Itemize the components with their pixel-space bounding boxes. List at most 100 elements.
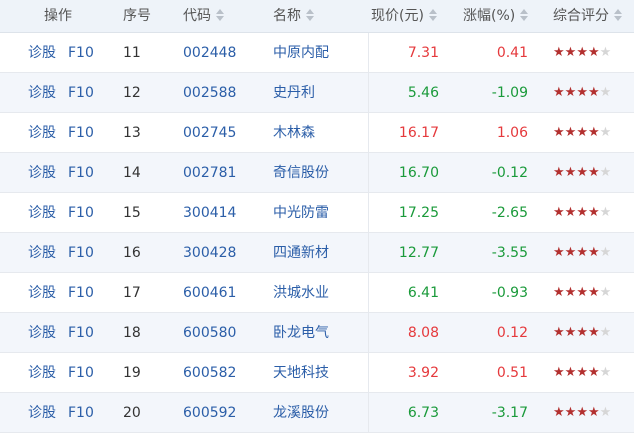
row-actions: 诊股 F10	[28, 313, 108, 353]
stock-code-link[interactable]: 600582	[183, 353, 263, 393]
star-icon: ★	[564, 285, 577, 300]
star-icon: ★	[599, 405, 612, 420]
f10-link[interactable]: F10	[68, 125, 94, 141]
diagnose-link[interactable]: 诊股	[28, 85, 56, 101]
star-icon: ★	[564, 125, 577, 140]
stock-name-link[interactable]: 史丹利	[273, 73, 368, 113]
table-row: 诊股 F10 12 002588 史丹利 5.46 -1.09 ★★★★★	[0, 73, 634, 113]
header-name-label: 名称	[273, 8, 301, 24]
stock-name-link[interactable]: 天地科技	[273, 353, 368, 393]
diagnose-link[interactable]: 诊股	[28, 285, 56, 301]
diagnose-link[interactable]: 诊股	[28, 365, 56, 381]
price-value: 5.46	[368, 73, 439, 112]
header-rating-label: 综合评分	[553, 8, 609, 24]
f10-link[interactable]: F10	[68, 285, 94, 301]
f10-link[interactable]: F10	[68, 85, 94, 101]
header-rating-sort[interactable]: 综合评分	[553, 0, 634, 33]
star-icon: ★	[553, 285, 565, 300]
star-icon: ★	[599, 165, 612, 180]
header-price-sort[interactable]: 现价(元)	[371, 0, 442, 32]
sort-icon	[614, 9, 623, 21]
star-icon: ★	[599, 245, 612, 260]
stock-code-link[interactable]: 300414	[183, 193, 263, 233]
stock-name-link[interactable]: 中原内配	[273, 33, 368, 73]
star-icon: ★	[553, 325, 565, 340]
star-icon: ★	[576, 285, 588, 300]
row-actions: 诊股 F10	[28, 273, 108, 313]
stock-name-link[interactable]: 卧龙电气	[273, 313, 368, 353]
diagnose-link[interactable]: 诊股	[28, 205, 56, 221]
diagnose-link[interactable]: 诊股	[28, 245, 56, 261]
stock-name-link[interactable]: 奇信股份	[273, 153, 368, 193]
diagnose-link[interactable]: 诊股	[28, 325, 56, 341]
diagnose-link[interactable]: 诊股	[28, 45, 56, 61]
stock-code-link[interactable]: 002588	[183, 73, 263, 113]
table-row: 诊股 F10 17 600461 洪城水业 6.41 -0.93 ★★★★★	[0, 273, 634, 313]
rating-stars: ★★★★★	[553, 273, 634, 313]
star-icon: ★	[576, 125, 588, 140]
diagnose-link[interactable]: 诊股	[28, 165, 56, 181]
row-seq: 13	[123, 125, 141, 141]
header-code-sort[interactable]: 代码	[183, 0, 263, 33]
price-value: 3.92	[368, 353, 439, 392]
price-value: 6.41	[368, 273, 439, 312]
table-row: 诊股 F10 18 600580 卧龙电气 8.08 0.12 ★★★★★	[0, 313, 634, 353]
row-seq: 19	[123, 365, 141, 381]
change-value: 0.12	[496, 325, 528, 341]
star-icon: ★	[564, 405, 577, 420]
stock-code-link[interactable]: 600592	[183, 393, 263, 433]
stock-name-link[interactable]: 龙溪股份	[273, 393, 368, 433]
row-seq: 12	[123, 85, 141, 101]
f10-link[interactable]: F10	[68, 325, 94, 341]
f10-link[interactable]: F10	[68, 45, 94, 61]
stock-code-link[interactable]: 002781	[183, 153, 263, 193]
stock-name-link[interactable]: 洪城水业	[273, 273, 368, 313]
f10-link[interactable]: F10	[68, 405, 94, 421]
header-change-sort[interactable]: 涨幅(%)	[463, 0, 552, 33]
stock-name-link[interactable]: 中光防雷	[273, 193, 368, 233]
star-icon: ★	[564, 245, 577, 260]
stock-code-link[interactable]: 002448	[183, 33, 263, 73]
f10-link[interactable]: F10	[68, 205, 94, 221]
rating-stars: ★★★★★	[553, 313, 634, 353]
stock-code-link[interactable]: 600461	[183, 273, 263, 313]
diagnose-link[interactable]: 诊股	[28, 405, 56, 421]
table-row: 诊股 F10 11 002448 中原内配 7.31 0.41 ★★★★★	[0, 33, 634, 73]
star-icon: ★	[564, 365, 577, 380]
header-seq: 序号	[123, 8, 151, 24]
header-op: 操作	[44, 8, 72, 24]
star-icon: ★	[599, 45, 612, 60]
f10-link[interactable]: F10	[68, 365, 94, 381]
table-row: 诊股 F10 20 600592 龙溪股份 6.73 -3.17 ★★★★★	[0, 393, 634, 433]
star-icon: ★	[553, 45, 565, 60]
change-value: -0.93	[491, 285, 528, 301]
star-icon: ★	[599, 85, 612, 100]
star-icon: ★	[553, 405, 565, 420]
stock-code-link[interactable]: 002745	[183, 113, 263, 153]
rating-stars: ★★★★★	[553, 233, 634, 273]
sort-icon	[306, 9, 315, 21]
header-price-label: 现价(元)	[371, 8, 424, 24]
price-value: 16.70	[368, 153, 439, 192]
row-actions: 诊股 F10	[28, 393, 108, 433]
stock-name-link[interactable]: 木林森	[273, 113, 368, 153]
star-icon: ★	[599, 325, 612, 340]
f10-link[interactable]: F10	[68, 165, 94, 181]
diagnose-link[interactable]: 诊股	[28, 125, 56, 141]
rating-stars: ★★★★★	[553, 33, 634, 73]
star-icon: ★	[587, 405, 600, 420]
row-seq: 20	[123, 405, 141, 421]
price-value: 6.73	[368, 393, 439, 432]
rating-stars: ★★★★★	[553, 153, 634, 193]
header-name-sort[interactable]: 名称	[273, 0, 368, 33]
table-body: 诊股 F10 11 002448 中原内配 7.31 0.41 ★★★★★ 诊股 F10 12 002…	[0, 33, 634, 433]
change-value: -3.55	[491, 245, 528, 261]
f10-link[interactable]: F10	[68, 245, 94, 261]
header-code-label: 代码	[183, 8, 211, 24]
rating-stars: ★★★★★	[553, 353, 634, 393]
stock-code-link[interactable]: 300428	[183, 233, 263, 273]
table-row: 诊股 F10 19 600582 天地科技 3.92 0.51 ★★★★★	[0, 353, 634, 393]
stock-name-link[interactable]: 四通新材	[273, 233, 368, 273]
sort-icon	[216, 9, 225, 21]
stock-code-link[interactable]: 600580	[183, 313, 263, 353]
